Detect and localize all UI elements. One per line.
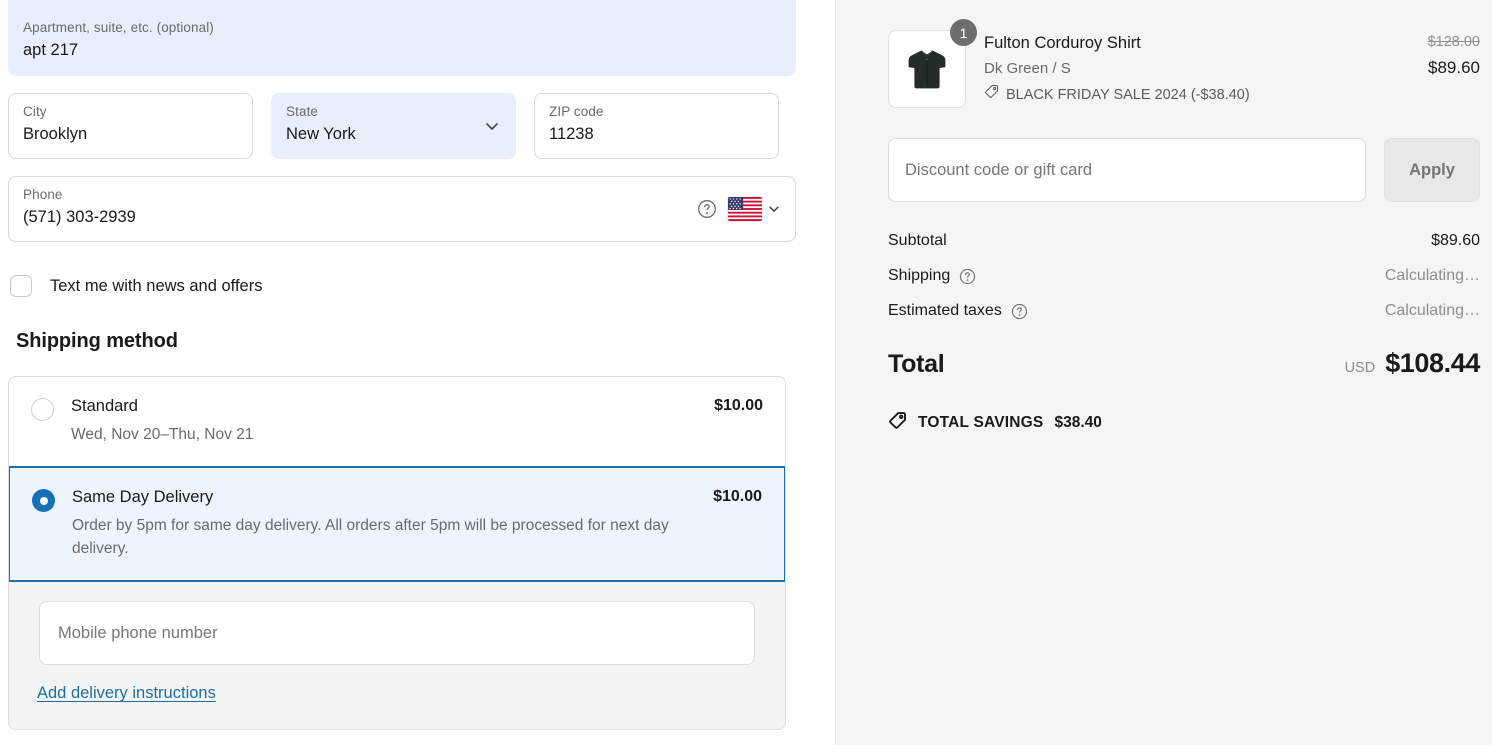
shipping-label: Shipping [888, 267, 951, 284]
total-savings-row: TOTAL SAVINGS $38.40 [888, 411, 1480, 435]
country-selector[interactable] [728, 197, 781, 221]
city-field[interactable]: City Brooklyn [8, 93, 253, 159]
radio-standard[interactable] [31, 398, 54, 421]
state-label: State [286, 104, 319, 119]
product-title: Fulton Corduroy Shirt [984, 34, 1141, 52]
city-state-zip-row: City Brooklyn State New York ZIP code 11… [8, 93, 796, 159]
product-final-price: $89.60 [1428, 58, 1480, 77]
add-delivery-instructions-link[interactable]: Add delivery instructions [37, 684, 216, 703]
shipping-method-title: Shipping method [16, 330, 178, 352]
total-currency: USD [1344, 360, 1376, 376]
shipping-option-body: Same Day Delivery Order by 5pm for same … [72, 486, 696, 560]
chevron-down-icon [767, 202, 781, 216]
shipping-option-standard[interactable]: Standard Wed, Nov 20–Thu, Nov 21 $10.00 [9, 377, 785, 466]
phone-label: Phone [23, 187, 63, 202]
product-original-price: $128.00 [1427, 34, 1480, 50]
phone-field[interactable]: Phone (571) 303-2939 [8, 176, 796, 242]
order-summary-column: 1 Fulton Corduroy Shirt Dk Green / S BLA… [836, 0, 1492, 745]
total-label: Total [888, 350, 945, 378]
tag-icon [984, 84, 999, 105]
estimated-taxes-row: Estimated taxes Calculating… [888, 302, 1480, 320]
total-savings-amount: $38.40 [1054, 414, 1102, 431]
question-circle-icon[interactable] [959, 268, 976, 285]
mobile-phone-input[interactable]: Mobile phone number [39, 601, 755, 665]
shipping-row: Shipping Calculating… [888, 267, 1480, 285]
discount-code-input[interactable]: Discount code or gift card [888, 138, 1366, 202]
zip-value: 11238 [549, 125, 594, 143]
state-value: New York [286, 125, 356, 143]
phone-value: (571) 303-2939 [23, 208, 136, 226]
estimated-taxes-label: Estimated taxes [888, 302, 1002, 319]
product-line-item: 1 Fulton Corduroy Shirt Dk Green / S BLA… [888, 19, 1480, 108]
question-circle-icon[interactable] [697, 199, 717, 219]
shipping-option-price: $10.00 [714, 397, 763, 414]
shipping-option-subtitle: Wed, Nov 20–Thu, Nov 21 [71, 426, 254, 443]
shipping-value: Calculating… [1384, 267, 1480, 284]
city-label: City [23, 104, 47, 119]
apartment-label: Apartment, suite, etc. (optional) [23, 20, 214, 35]
totals-section: Subtotal $89.60 Shipping Calculating… Es… [888, 232, 1480, 435]
total-row: Total USD $108.44 [888, 348, 1480, 379]
state-select[interactable]: State New York [271, 93, 516, 159]
sms-optin-row[interactable]: Text me with news and offers [8, 275, 796, 297]
chevron-down-icon [483, 117, 501, 135]
shipping-label-group: Shipping [888, 267, 976, 285]
sms-optin-label: Text me with news and offers [50, 276, 263, 295]
subtotal-label: Subtotal [888, 232, 947, 249]
zip-field[interactable]: ZIP code 11238 [534, 93, 779, 159]
estimated-taxes-value: Calculating… [1384, 302, 1480, 319]
shipping-option-name: Same Day Delivery [72, 488, 214, 506]
form-area: Apartment, suite, etc. (optional) apt 21… [8, 0, 796, 730]
delivery-details-section: Mobile phone number Add delivery instruc… [9, 582, 785, 729]
discount-code-row: Discount code or gift card Apply [888, 138, 1480, 202]
total-amount-group: USD $108.44 [1344, 348, 1481, 379]
apartment-value: apt 217 [23, 41, 79, 59]
shipping-form-column: Apartment, suite, etc. (optional) apt 21… [0, 0, 836, 745]
checkout-page: Apartment, suite, etc. (optional) apt 21… [0, 0, 1492, 745]
question-circle-icon[interactable] [1011, 303, 1028, 320]
product-variant: Dk Green / S [984, 60, 1071, 77]
tag-icon [888, 411, 907, 435]
subtotal-value: $89.60 [1431, 232, 1480, 249]
product-quantity-badge: 1 [950, 19, 977, 46]
shipping-option-name: Standard [71, 397, 138, 415]
subtotal-row: Subtotal $89.60 [888, 232, 1480, 250]
shipping-option-body: Standard Wed, Nov 20–Thu, Nov 21 [71, 395, 697, 446]
shipping-option-same-day[interactable]: Same Day Delivery Order by 5pm for same … [9, 466, 785, 582]
zip-label: ZIP code [549, 104, 604, 119]
shipping-option-price: $10.00 [713, 488, 762, 505]
apply-discount-button[interactable]: Apply [1384, 138, 1480, 202]
us-flag-icon [728, 197, 762, 221]
shipping-option-subtitle: Order by 5pm for same day delivery. All … [72, 517, 669, 557]
city-value: Brooklyn [23, 125, 88, 143]
product-prices: $128.00 $89.60 [1384, 30, 1480, 81]
estimated-taxes-label-group: Estimated taxes [888, 302, 1028, 320]
total-amount: $108.44 [1385, 348, 1480, 378]
product-discount-row: BLACK FRIDAY SALE 2024 (-$38.40) [984, 84, 1366, 105]
apartment-field[interactable]: Apartment, suite, etc. (optional) apt 21… [8, 0, 796, 76]
shipping-method-card: Standard Wed, Nov 20–Thu, Nov 21 $10.00 … [8, 376, 786, 730]
phone-adornments [697, 197, 781, 221]
radio-same-day[interactable] [32, 489, 55, 512]
sms-optin-checkbox[interactable] [10, 275, 32, 297]
product-discount-label: BLACK FRIDAY SALE 2024 (-$38.40) [1006, 86, 1250, 103]
product-info: Fulton Corduroy Shirt Dk Green / S BLACK… [984, 30, 1366, 105]
total-savings-label: TOTAL SAVINGS [918, 414, 1044, 431]
product-thumbnail-wrap[interactable]: 1 [888, 19, 977, 108]
